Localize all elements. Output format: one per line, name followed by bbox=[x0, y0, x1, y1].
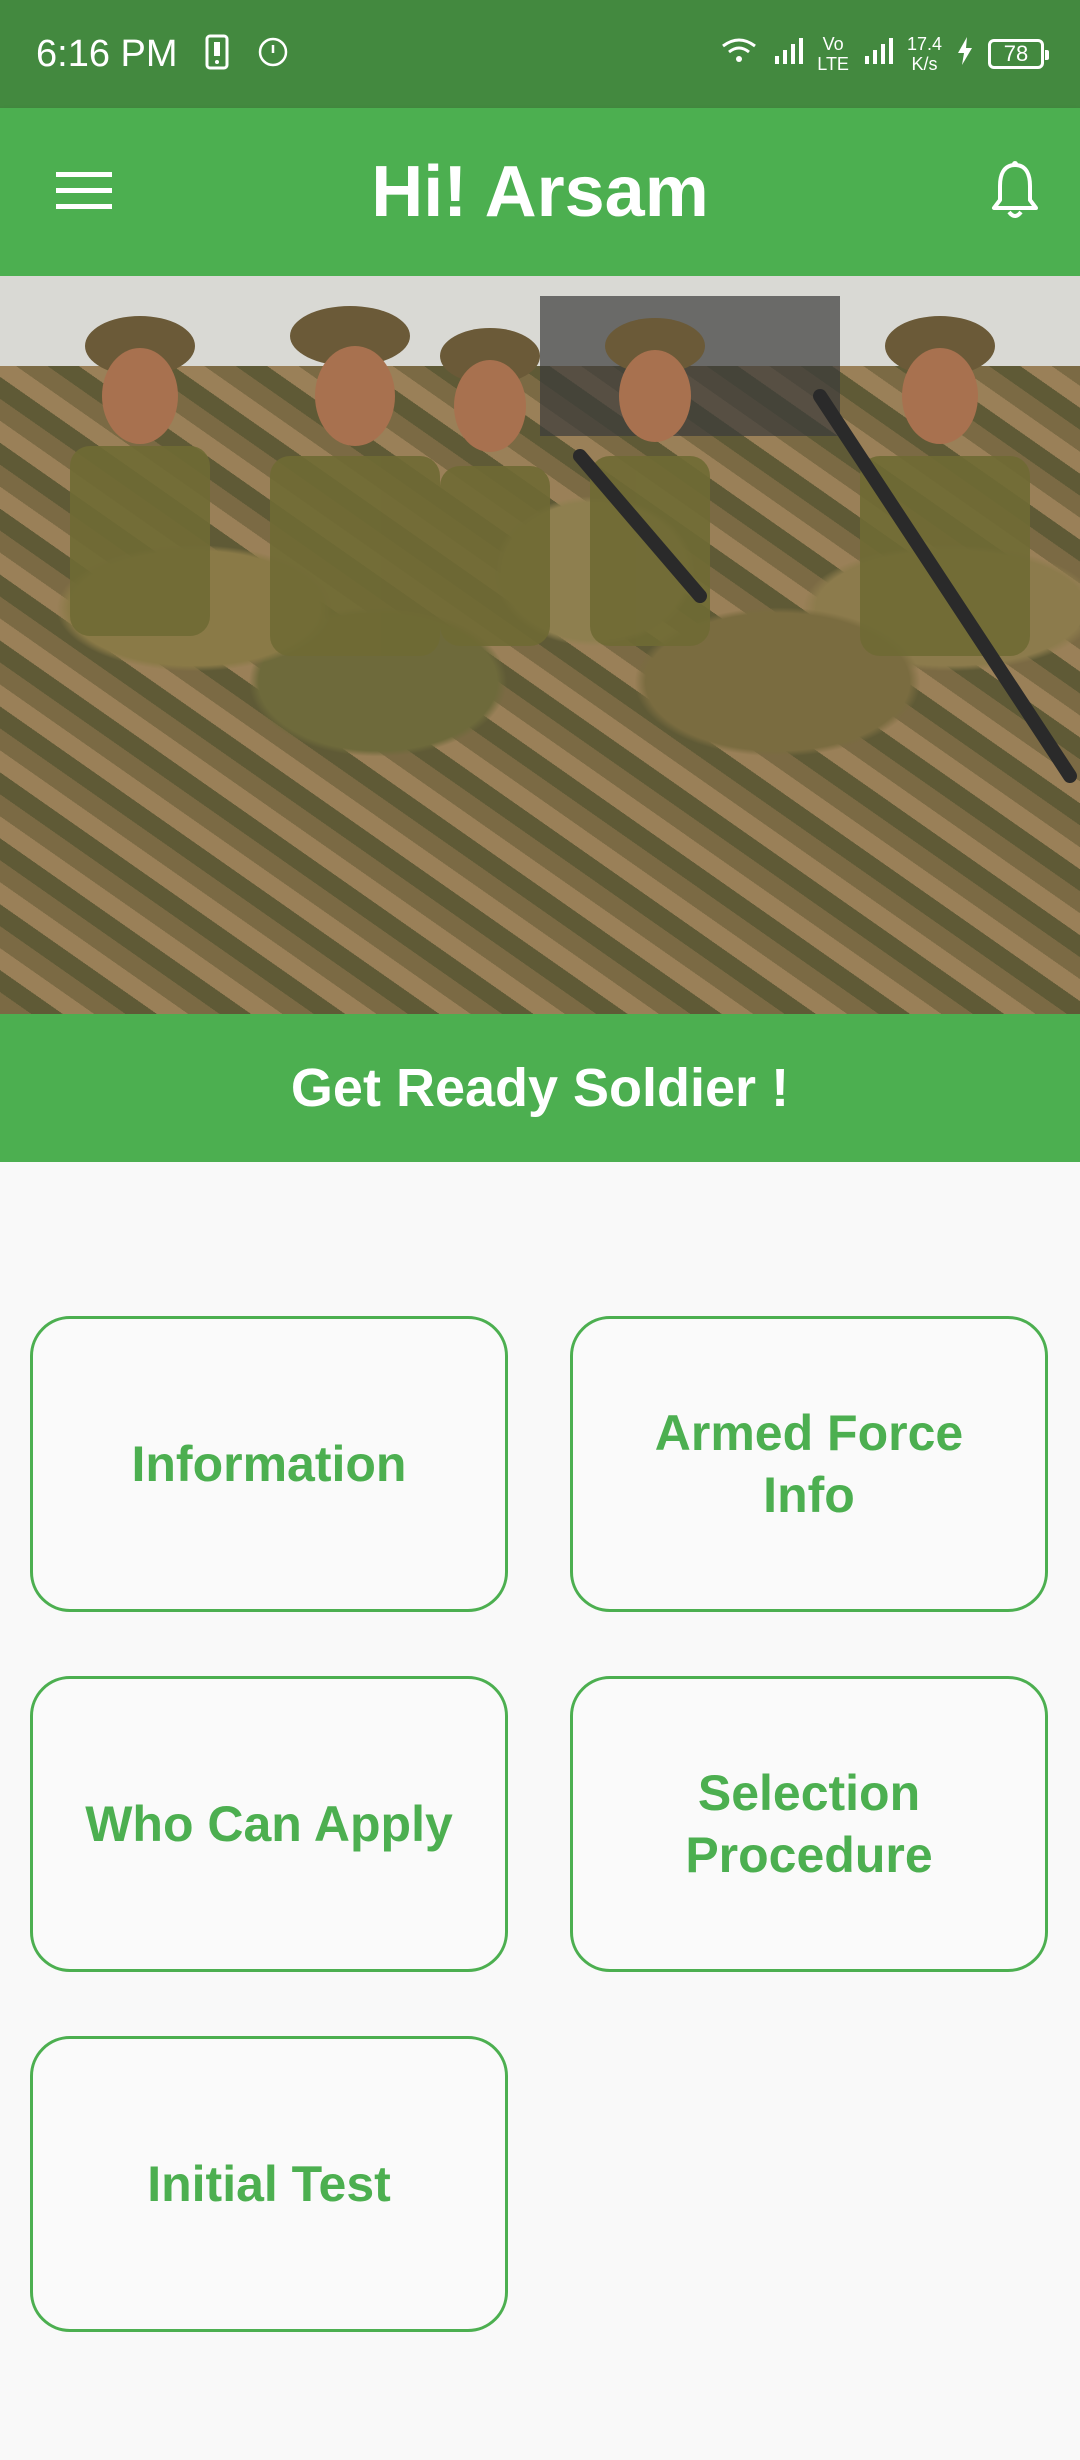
initial-test-card[interactable]: Initial Test bbox=[30, 2036, 508, 2332]
information-card[interactable]: Information bbox=[30, 1316, 508, 1612]
volte-top: Vo bbox=[822, 34, 844, 54]
selection-procedure-card[interactable]: Selection Procedure bbox=[570, 1676, 1048, 1972]
wifi-icon bbox=[719, 36, 759, 72]
status-time: 6:16 PM bbox=[36, 32, 178, 75]
hamburger-menu-icon[interactable] bbox=[56, 170, 112, 215]
phone-icon bbox=[204, 34, 230, 75]
signal-icon-1 bbox=[773, 36, 804, 72]
volte-bottom: LTE bbox=[817, 54, 849, 74]
timer-icon bbox=[256, 35, 290, 74]
network-speed-value: 17.4 bbox=[906, 34, 942, 54]
hero-image bbox=[0, 276, 1080, 1014]
bell-icon[interactable] bbox=[990, 160, 1040, 225]
who-can-apply-card[interactable]: Who Can Apply bbox=[30, 1676, 508, 1972]
charging-icon bbox=[956, 36, 974, 72]
volte-indicator: Vo LTE bbox=[817, 34, 849, 74]
banner: Get Ready Soldier ! bbox=[0, 1014, 1080, 1162]
page-title: Hi! Arsam bbox=[371, 152, 709, 232]
signal-icon-2 bbox=[863, 36, 893, 72]
network-speed: 17.4 K/s bbox=[907, 34, 942, 74]
app-bar: Hi! Arsam bbox=[0, 108, 1080, 276]
armed-force-info-card[interactable]: Armed Force Info bbox=[570, 1316, 1048, 1612]
status-bar: 6:16 PM Vo LTE 17.4 K/s 78 bbox=[0, 0, 1080, 108]
soldiers-photo-illustration bbox=[0, 276, 1080, 783]
battery-indicator: 78 bbox=[988, 39, 1049, 69]
network-speed-unit: K/s bbox=[911, 54, 938, 74]
